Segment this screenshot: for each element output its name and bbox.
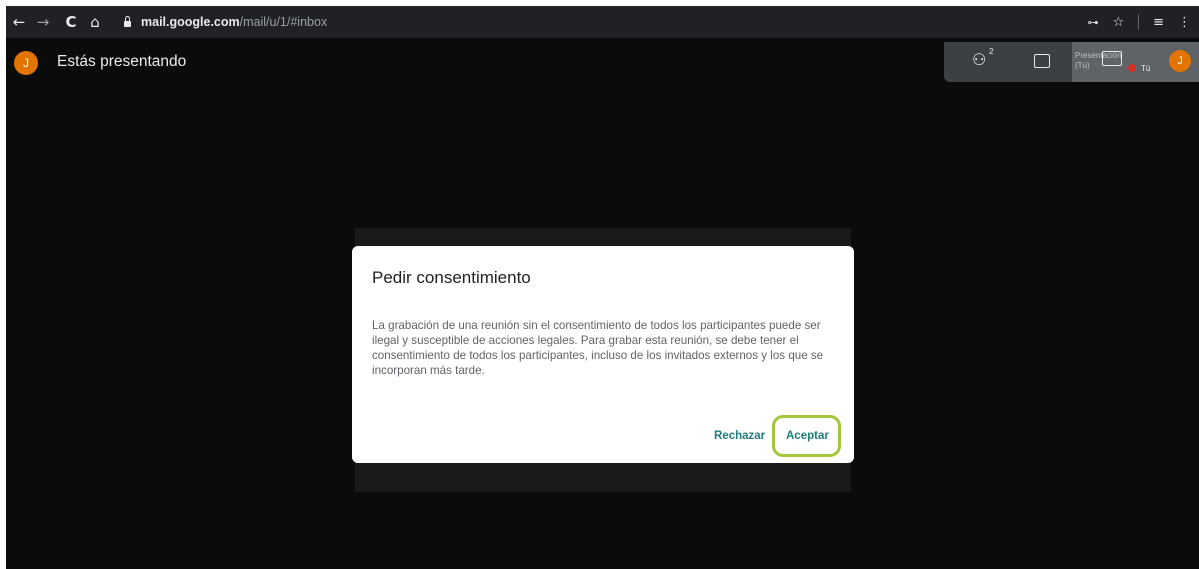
dialog-title: Pedir consentimiento xyxy=(372,268,531,287)
accept-button[interactable]: Aceptar xyxy=(786,430,829,442)
reload-button[interactable]: C xyxy=(60,13,82,31)
browser-actions: ⊶ ☆ ≡ ⋮ xyxy=(1087,6,1191,38)
people-icon[interactable]: ⚇ xyxy=(972,50,986,69)
menu-icon[interactable]: ⋮ xyxy=(1178,15,1191,30)
browser-toolbar: ← → C ⌂ mail.google.com /mail/u/1/#inbox… xyxy=(6,6,1199,38)
media-control-icon[interactable]: ≡ xyxy=(1153,15,1164,30)
present-screen-icon xyxy=(1102,51,1122,66)
address-bar[interactable]: mail.google.com /mail/u/1/#inbox xyxy=(124,15,327,29)
key-icon[interactable]: ⊶ xyxy=(1087,16,1098,29)
presenting-status: Estás presentando xyxy=(57,53,187,70)
forward-button[interactable]: → xyxy=(32,13,54,31)
screen: ← → C ⌂ mail.google.com /mail/u/1/#inbox… xyxy=(6,6,1199,569)
meeting-top-panel: ⚇ 2 Presentación (Tú) Tú J xyxy=(944,42,1199,82)
toolbar-divider xyxy=(1138,14,1140,30)
avatar: J xyxy=(14,51,38,75)
self-label: Tú xyxy=(1141,64,1151,73)
mic-off-icon xyxy=(1128,64,1136,72)
people-count: 2 xyxy=(989,47,994,56)
consent-dialog: Pedir consentimiento La grabación de una… xyxy=(352,246,854,463)
lock-icon xyxy=(124,16,131,27)
dialog-body: La grabación de una reunión sin el conse… xyxy=(372,319,824,377)
back-button[interactable]: ← xyxy=(8,13,30,31)
presentation-tile[interactable]: Presentación (Tú) Tú J xyxy=(1072,42,1199,82)
url-host: mail.google.com xyxy=(141,15,240,29)
chat-icon[interactable] xyxy=(1034,54,1050,68)
self-avatar: J xyxy=(1169,50,1191,72)
home-button[interactable]: ⌂ xyxy=(84,13,106,31)
reject-button[interactable]: Rechazar xyxy=(714,430,765,442)
star-icon[interactable]: ☆ xyxy=(1112,15,1124,30)
url-path: /mail/u/1/#inbox xyxy=(239,15,328,29)
